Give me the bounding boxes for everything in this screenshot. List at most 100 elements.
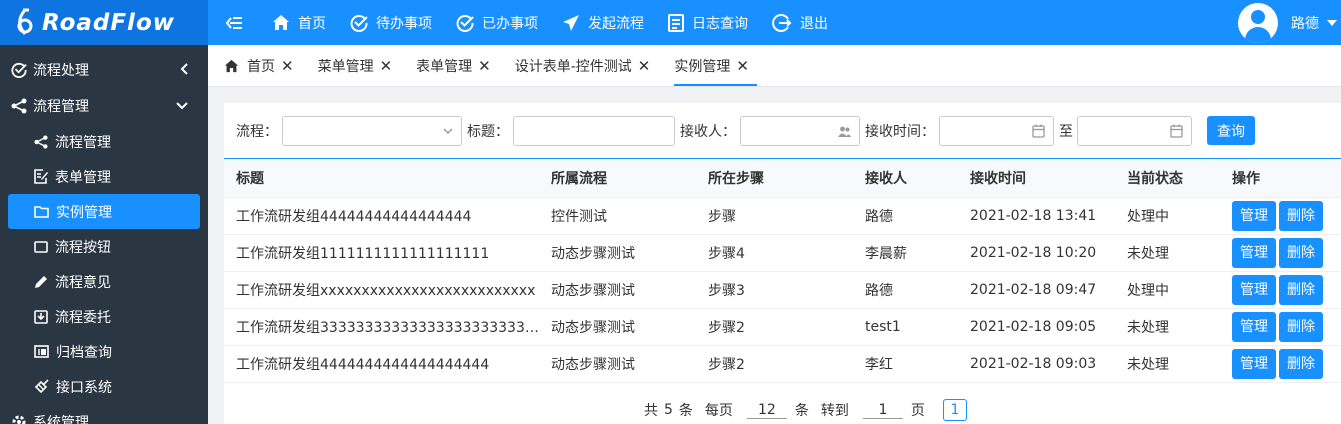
cell-receiver: 李晨薪: [853, 234, 958, 272]
check-circle-icon: [11, 62, 27, 78]
check-circle-icon: [456, 14, 474, 32]
total-suffix: 条: [678, 403, 693, 419]
close-icon[interactable]: ✕: [380, 57, 393, 75]
table-row[interactable]: 工作流研发组3333333333333333333333333... 动态步骤测…: [224, 308, 1341, 346]
topnav-label: 发起流程: [588, 15, 644, 32]
topnav-label: 日志查询: [692, 15, 748, 32]
sidebar-item-label: 接口系统: [56, 379, 112, 396]
table-row[interactable]: 工作流研发组4444444444444444444 动态步骤测试 步骤2 李红 …: [224, 345, 1341, 383]
sidebar-item-instance-manage[interactable]: 实例管理: [8, 194, 200, 229]
sidebar-item-interface-system[interactable]: 接口系统: [8, 369, 200, 404]
topnav-todo[interactable]: 待办事项: [338, 0, 444, 45]
user-menu[interactable]: 路德: [1238, 0, 1341, 45]
sidebar-collapse-button[interactable]: [208, 0, 260, 45]
topnav-start-flow[interactable]: 发起流程: [550, 0, 656, 45]
column-header[interactable]: 接收时间: [958, 159, 1115, 198]
top-bar: RoadFlow 首页 待办事项 已办事项 发起流程 日志查询 退出 路德: [0, 0, 1341, 45]
cell-step: 步骤: [696, 197, 853, 235]
sidebar-item-flow-delegate[interactable]: 流程委托: [8, 299, 200, 334]
check-circle-icon: [350, 14, 368, 32]
logo[interactable]: RoadFlow: [0, 0, 208, 45]
column-header[interactable]: 接收人: [853, 159, 958, 198]
tab-form-manage[interactable]: 表单管理 ✕: [416, 45, 501, 86]
cell-time: 2021-02-18 09:03: [958, 345, 1115, 383]
close-icon[interactable]: ✕: [281, 57, 294, 75]
cell-time: 2021-02-18 10:20: [958, 234, 1115, 272]
sidebar-item-flow-buttons[interactable]: 流程按钮: [8, 229, 200, 264]
column-header[interactable]: 当前状态: [1115, 159, 1220, 198]
delete-button[interactable]: 删除: [1279, 348, 1323, 379]
column-header[interactable]: 所在步骤: [696, 159, 853, 198]
per-page-input[interactable]: 12: [746, 402, 787, 419]
topnav-log-query[interactable]: 日志查询: [656, 0, 760, 45]
manage-button[interactable]: 管理: [1232, 348, 1276, 379]
close-icon[interactable]: ✕: [478, 57, 491, 75]
home-icon: [224, 59, 239, 72]
tab-design-form[interactable]: 设计表单-控件测试 ✕: [515, 45, 661, 86]
tab-home[interactable]: 首页 ✕: [224, 45, 304, 86]
topnav-done[interactable]: 已办事项: [444, 0, 550, 45]
topnav-label: 待办事项: [376, 15, 432, 32]
main-content: 流程： 标题： 接收人： 接收时间： 至 查询 标题 所属流程 所在步骤 接收人…: [224, 103, 1341, 424]
tab-instance-manage[interactable]: 实例管理 ✕: [674, 45, 759, 86]
sidebar: 流程处理 流程管理 流程管理 表单管理 实例管理 流程按钮 流程意见 流程委托 …: [0, 45, 208, 424]
table-row[interactable]: 工作流研发组44444444444444444 控件测试 步骤 路德 2021-…: [224, 197, 1341, 235]
sidebar-item-label: 流程委托: [55, 309, 111, 326]
table-row[interactable]: 工作流研发组xxxxxxxxxxxxxxxxxxxxxxxxxx 动态步骤测试 …: [224, 271, 1341, 309]
instance-table: 标题 所属流程 所在步骤 接收人 接收时间 当前状态 操作 工作流研发组4444…: [224, 159, 1341, 383]
column-header[interactable]: 标题: [224, 159, 539, 198]
pagination: 共 5 条 每页 12 条 转到 1 页 1: [644, 399, 967, 421]
flow-select[interactable]: [282, 115, 462, 146]
receiver-input[interactable]: [740, 115, 860, 146]
time-filter-label: 接收时间：: [865, 123, 935, 140]
cell-actions: 管理 删除: [1220, 271, 1341, 309]
sidebar-item-flow-opinion[interactable]: 流程意见: [8, 264, 200, 299]
topnav-home[interactable]: 首页: [260, 0, 338, 45]
pencil-icon: [35, 275, 47, 288]
share-icon: [11, 98, 27, 114]
column-header: 操作: [1220, 159, 1341, 198]
sidebar-group-flow-process[interactable]: 流程处理: [0, 52, 208, 88]
sidebar-item-archive-query[interactable]: 归档查询: [8, 334, 200, 369]
chevron-down-icon: [176, 102, 188, 110]
close-icon[interactable]: ✕: [736, 57, 749, 75]
cell-receiver: 李红: [853, 345, 958, 383]
topnav-label: 退出: [800, 15, 828, 32]
manage-button[interactable]: 管理: [1232, 311, 1276, 342]
title-input[interactable]: [513, 115, 675, 146]
manage-button[interactable]: 管理: [1232, 274, 1276, 305]
start-date-input[interactable]: [939, 115, 1054, 146]
topnav-logout[interactable]: 退出: [760, 0, 840, 45]
sidebar-group-system-manage[interactable]: 系统管理: [0, 404, 208, 424]
delete-button[interactable]: 删除: [1279, 200, 1323, 231]
sidebar-item-label: 流程按钮: [55, 239, 111, 256]
manage-button[interactable]: 管理: [1232, 200, 1276, 231]
cell-step: 步骤2: [696, 308, 853, 346]
manage-button[interactable]: 管理: [1232, 237, 1276, 268]
avatar: [1238, 2, 1278, 43]
gear-icon: [12, 415, 26, 424]
sidebar-group-flow-manage[interactable]: 流程管理: [0, 88, 208, 124]
goto-page-input[interactable]: 1: [862, 402, 903, 419]
tab-menu-manage[interactable]: 菜单管理 ✕: [318, 45, 403, 86]
column-header[interactable]: 所属流程: [539, 159, 696, 198]
collapse-menu-icon: [225, 16, 242, 29]
table-header-row: 标题 所属流程 所在步骤 接收人 接收时间 当前状态 操作: [224, 159, 1341, 198]
cell-title: 工作流研发组3333333333333333333333333...: [224, 308, 539, 346]
close-icon[interactable]: ✕: [638, 57, 651, 75]
delete-button[interactable]: 删除: [1279, 274, 1323, 305]
total-count: 5: [664, 402, 673, 418]
delete-button[interactable]: 删除: [1279, 237, 1323, 268]
page-button-current[interactable]: 1: [942, 399, 967, 421]
sidebar-item-flow-manage[interactable]: 流程管理: [8, 124, 200, 159]
cell-title: 工作流研发组44444444444444444: [224, 197, 539, 235]
cell-step: 步骤2: [696, 345, 853, 383]
sidebar-item-form-manage[interactable]: 表单管理: [8, 159, 200, 194]
per-page-suffix: 条: [794, 403, 809, 419]
delete-button[interactable]: 删除: [1279, 311, 1323, 342]
end-date-input[interactable]: [1077, 115, 1192, 146]
flow-filter-label: 流程：: [236, 123, 278, 140]
table-row[interactable]: 工作流研发组1111111111111111111 动态步骤测试 步骤4 李晨薪…: [224, 234, 1341, 272]
goto-suffix: 页: [910, 403, 925, 419]
query-button[interactable]: 查询: [1207, 116, 1255, 145]
